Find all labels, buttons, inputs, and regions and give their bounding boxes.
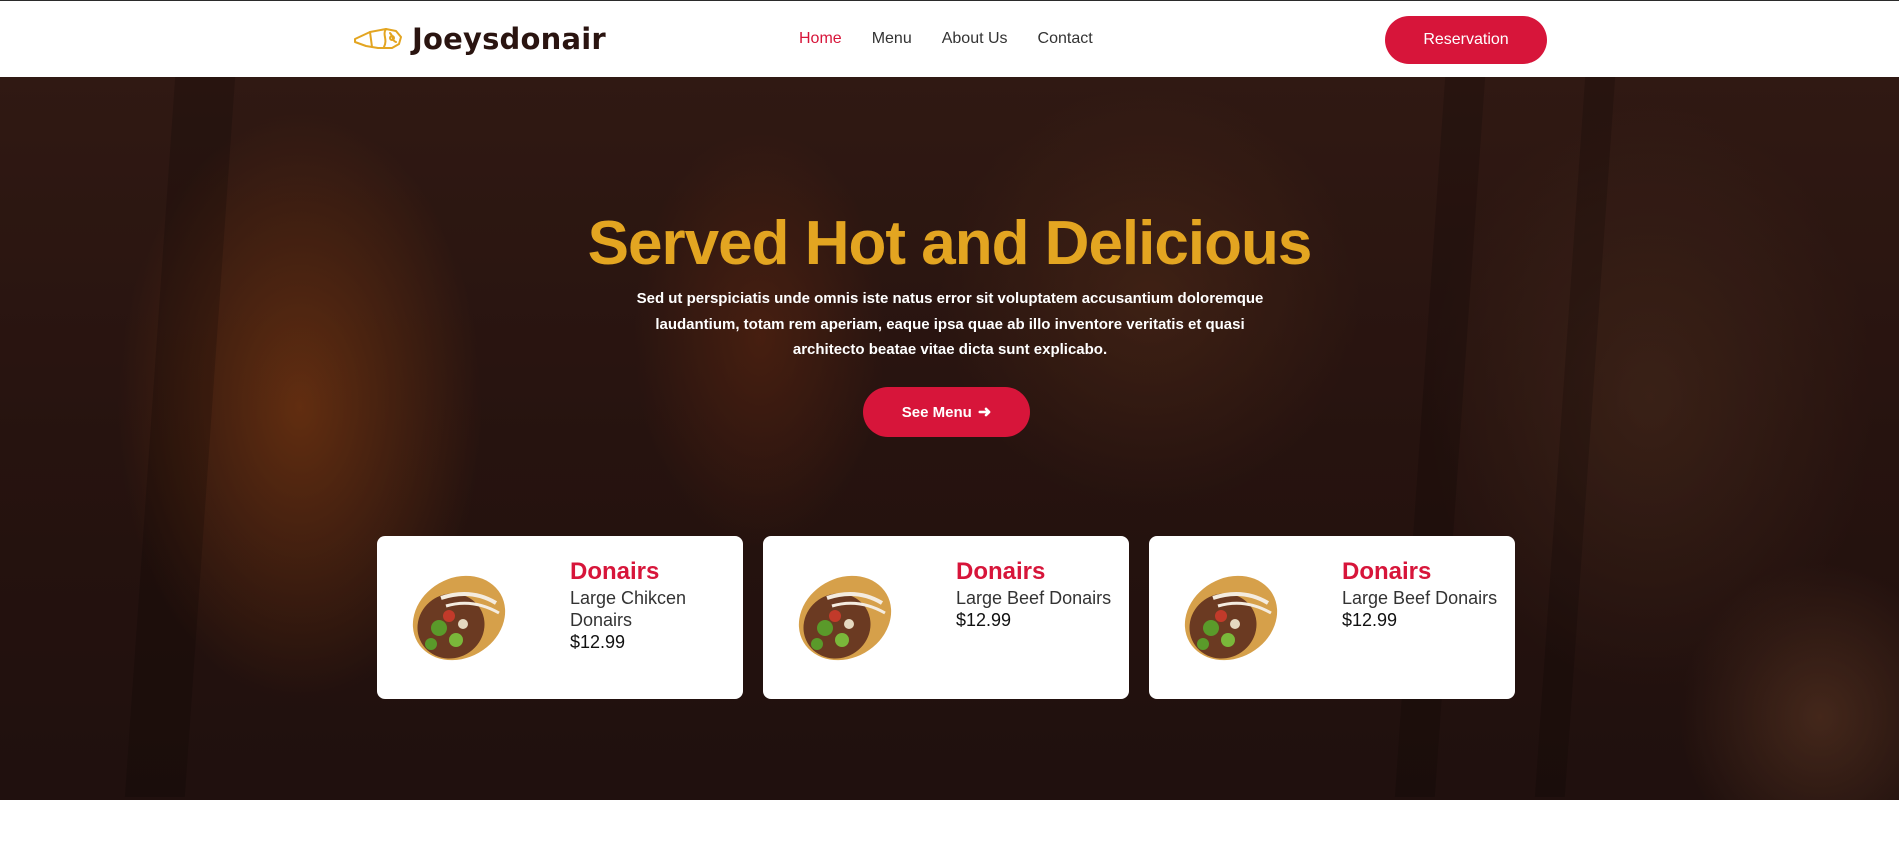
nav-about-us[interactable]: About Us	[942, 29, 1008, 49]
card-price: $12.99	[956, 610, 1012, 630]
menu-card-body: Donairs Large Chikcen Donairs $12.99	[570, 558, 735, 653]
site-header: Joeysdonair Home Menu About Us Contact R…	[0, 1, 1899, 77]
card-item-name: Large Chikcen Donairs	[570, 588, 687, 630]
nav-home[interactable]: Home	[799, 29, 842, 49]
menu-card-body: Donairs Large Beef Donairs $12.99	[956, 558, 1121, 631]
donair-wrap-image	[412, 575, 506, 661]
card-category: Donairs	[1342, 558, 1432, 585]
menu-card[interactable]: Donairs Large Beef Donairs $12.99	[763, 536, 1129, 699]
donair-logo-icon	[354, 28, 402, 49]
brand-logo[interactable]: Joeysdonair	[352, 19, 606, 59]
menu-card-body: Donairs Large Beef Donairs $12.99	[1342, 558, 1507, 631]
menu-card[interactable]: Donairs Large Beef Donairs $12.99	[1149, 536, 1515, 699]
menu-card[interactable]: Donairs Large Chikcen Donairs $12.99	[377, 536, 743, 699]
brand-name: Joeysdonair	[412, 22, 606, 56]
featured-cards: Donairs Large Chikcen Donairs $12.99 Don…	[377, 536, 1517, 699]
hero-description: Sed ut perspiciatis unde omnis iste natu…	[636, 290, 1264, 358]
card-category: Donairs	[956, 558, 1046, 585]
reservation-button[interactable]: Reservation	[1385, 16, 1547, 64]
card-item-name: Large Beef Donairs	[956, 588, 1112, 608]
arrow-right-icon: ➜	[977, 404, 992, 421]
see-menu-button[interactable]: See Menu ➜	[863, 387, 1030, 437]
donair-wrap-image	[1184, 575, 1278, 661]
card-price: $12.99	[570, 632, 626, 652]
see-menu-label: See Menu	[901, 403, 972, 421]
card-price: $12.99	[1342, 610, 1398, 630]
main-nav: Home Menu About Us Contact	[799, 29, 1123, 49]
donair-wrap-image	[798, 575, 892, 661]
hero-section: Served Hot and Delicious Sed ut perspici…	[0, 77, 1899, 800]
card-category: Donairs	[570, 558, 660, 585]
hero-title: Served Hot and Delicious	[587, 209, 1313, 278]
nav-contact[interactable]: Contact	[1038, 29, 1093, 49]
card-item-name: Large Beef Donairs	[1342, 588, 1498, 608]
nav-menu[interactable]: Menu	[872, 29, 912, 49]
